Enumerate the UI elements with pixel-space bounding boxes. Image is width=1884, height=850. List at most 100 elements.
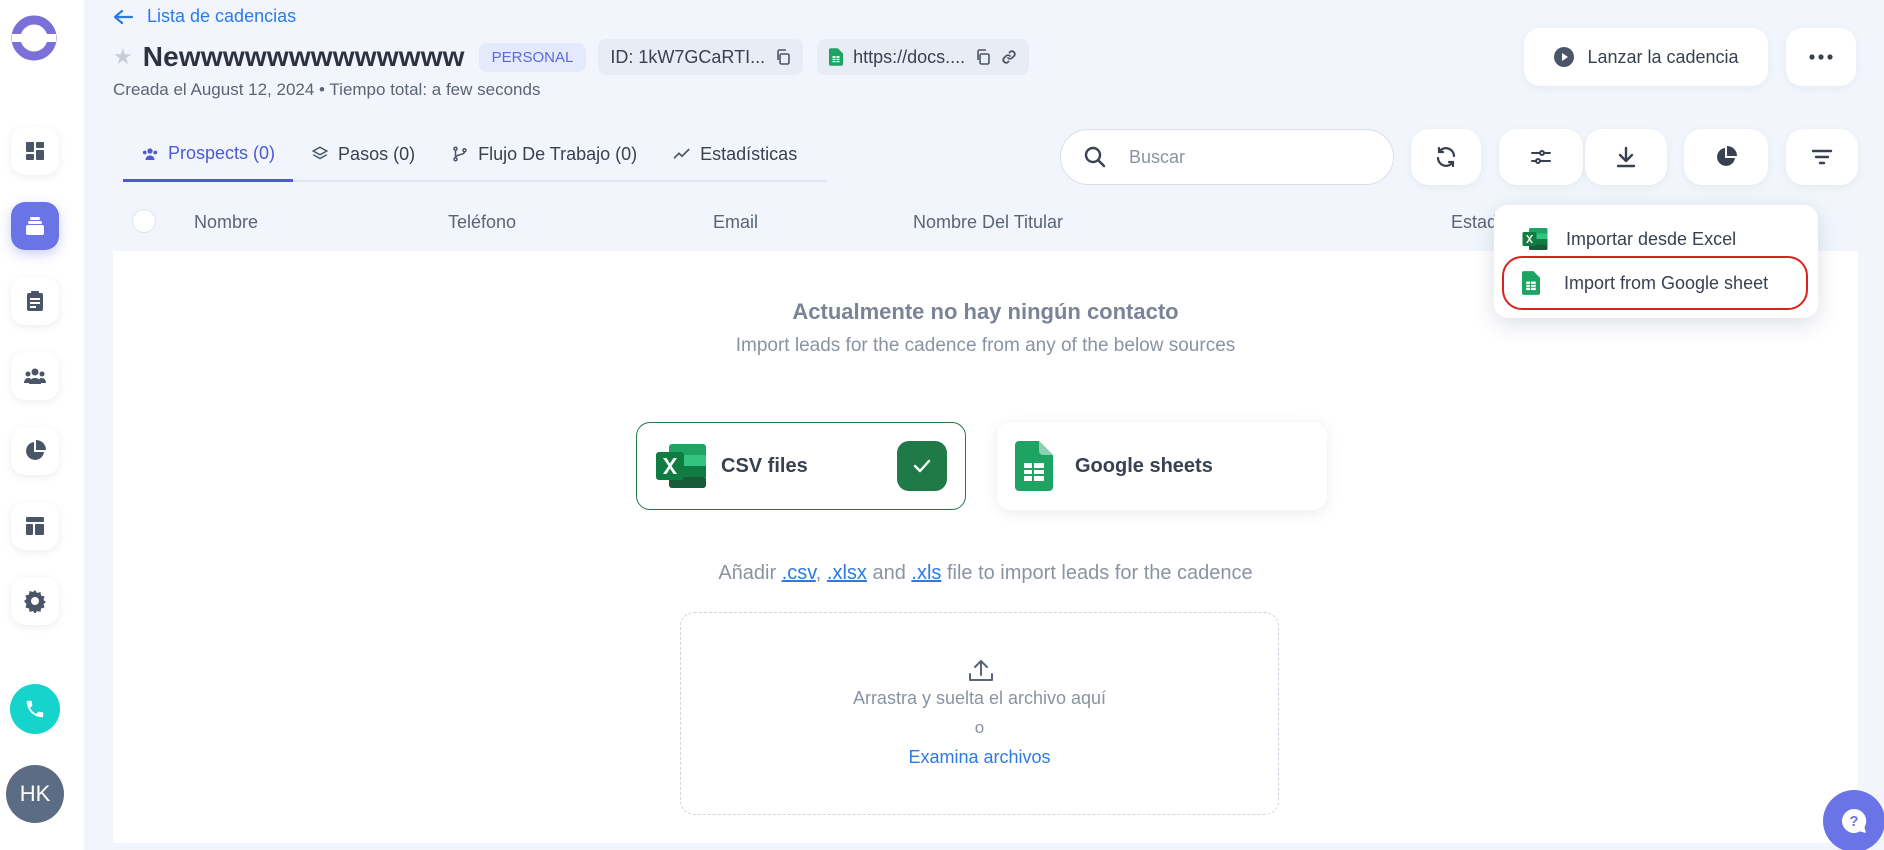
- column-header-owner[interactable]: Nombre Del Titular: [913, 212, 1063, 233]
- phone-icon: [26, 700, 44, 718]
- file-dropzone[interactable]: Arrastra y suelta el archivo aquí o Exam…: [680, 612, 1279, 815]
- xlsx-extension-link[interactable]: .xlsx: [827, 562, 867, 584]
- upload-icon: [969, 660, 993, 681]
- google-sheets-icon: [829, 48, 844, 66]
- formats-and: and: [866, 562, 912, 584]
- tab-workflow-label: Flujo De Trabajo (0): [478, 143, 638, 164]
- tab-statistics[interactable]: Estadísticas: [655, 128, 815, 180]
- launch-cadence-button[interactable]: Lanzar la cadencia: [1524, 28, 1768, 86]
- google-sheets-icon: [1015, 441, 1053, 491]
- search-box: [1060, 129, 1394, 185]
- empty-state-subtitle: Import leads for the cadence from any of…: [735, 335, 1236, 356]
- empty-state-panel: Actualmente no hay ningún contacto Impor…: [113, 251, 1858, 843]
- play-circle-icon: [1554, 47, 1575, 67]
- app-logo-icon[interactable]: [10, 14, 58, 62]
- copy-icon[interactable]: [975, 49, 991, 65]
- selected-check-tile: [897, 441, 947, 491]
- branch-icon: [453, 146, 467, 162]
- search-input[interactable]: [1129, 146, 1349, 168]
- id-chip-text: ID: 1kW7GCaRTI...: [610, 46, 766, 67]
- trend-icon: [673, 148, 690, 159]
- csv-source-card[interactable]: CSV files: [636, 422, 966, 510]
- stack-icon: [26, 217, 44, 235]
- layers-icon: [311, 146, 329, 160]
- nav-templates[interactable]: [11, 502, 59, 550]
- download-button[interactable]: [1585, 129, 1667, 185]
- menu-item-import-google-sheet[interactable]: Import from Google sheet: [1502, 256, 1808, 310]
- google-sheets-source-card[interactable]: Google sheets: [997, 422, 1327, 510]
- people-icon: [24, 368, 46, 384]
- formats-separator: ,: [815, 562, 827, 584]
- filter-button[interactable]: [1786, 129, 1858, 185]
- refresh-button[interactable]: [1411, 129, 1481, 185]
- google-sheets-source-label: Google sheets: [1075, 454, 1213, 477]
- excel-icon: [1522, 228, 1548, 250]
- import-dropdown-menu: Importar desde Excel Import from Google …: [1494, 205, 1818, 318]
- avatar-initials: HK: [19, 781, 51, 806]
- csv-extension-link[interactable]: .csv: [782, 562, 816, 584]
- launch-cadence-label: Lanzar la cadencia: [1587, 46, 1739, 67]
- users-icon: [142, 147, 158, 160]
- menu-item-import-excel[interactable]: Importar desde Excel: [1522, 221, 1736, 257]
- tab-bar: Prospects (0) Pasos (0) Flujo De Trabajo…: [123, 128, 827, 182]
- menu-item-import-excel-label: Importar desde Excel: [1566, 228, 1737, 249]
- sidebar: HK: [0, 0, 84, 850]
- link-icon[interactable]: [1001, 49, 1017, 65]
- column-header-email[interactable]: Email: [713, 212, 758, 233]
- personal-badge: PERSONAL: [478, 42, 587, 72]
- column-header-name[interactable]: Nombre: [194, 212, 258, 233]
- browse-files-link[interactable]: Examina archivos: [681, 747, 1278, 768]
- url-chip-text: https://docs....: [853, 46, 966, 67]
- gear-icon: [24, 590, 46, 613]
- dropzone-text: Arrastra y suelta el archivo aquí: [852, 688, 1107, 708]
- nav-settings[interactable]: [11, 577, 59, 625]
- pie-chart-icon: [26, 440, 46, 460]
- star-icon[interactable]: ★: [113, 44, 133, 70]
- cadence-title: Newwwwwwwwwwwww: [142, 41, 465, 72]
- id-chip: ID: 1kW7GCaRTI...: [598, 39, 804, 75]
- arrow-left-icon: [113, 9, 133, 24]
- tab-prospects[interactable]: Prospects (0): [123, 128, 294, 182]
- select-all-checkbox[interactable]: [132, 209, 156, 233]
- sliders-icon: [1531, 150, 1551, 164]
- tab-steps[interactable]: Pasos (0): [293, 128, 433, 180]
- dropzone-or: o: [974, 718, 985, 737]
- help-button[interactable]: ?: [1823, 790, 1884, 850]
- xls-extension-link[interactable]: .xls: [911, 562, 941, 584]
- copy-icon[interactable]: [775, 49, 791, 65]
- url-chip: https://docs....: [817, 39, 1030, 75]
- excel-icon: [656, 444, 706, 488]
- nav-dashboard[interactable]: [11, 127, 59, 175]
- more-horizontal-icon: [1809, 54, 1833, 60]
- nav-cadences[interactable]: [11, 202, 59, 250]
- settings-sliders-button[interactable]: [1499, 129, 1583, 185]
- clipboard-icon: [27, 291, 43, 311]
- nav-tasks[interactable]: [11, 277, 59, 325]
- column-header-phone[interactable]: Teléfono: [448, 212, 516, 233]
- tab-workflow[interactable]: Flujo De Trabajo (0): [433, 128, 655, 180]
- help-chat-icon: ?: [1842, 808, 1867, 833]
- menu-item-import-google-sheet-label: Import from Google sheet: [1564, 272, 1769, 293]
- pie-chart-icon: [1717, 146, 1737, 166]
- phone-dialer-button[interactable]: [10, 684, 60, 734]
- dashboard-icon: [26, 142, 44, 160]
- filter-icon: [1811, 149, 1833, 165]
- tab-statistics-label: Estadísticas: [700, 143, 798, 164]
- nav-contacts[interactable]: [11, 352, 59, 400]
- google-sheets-icon: [1522, 271, 1540, 295]
- user-avatar[interactable]: HK: [6, 765, 64, 823]
- back-to-cadences-link[interactable]: Lista de cadencias: [113, 6, 296, 27]
- formats-suffix: file to import leads for the cadence: [941, 562, 1253, 584]
- more-options-button[interactable]: [1786, 28, 1856, 86]
- chart-button[interactable]: [1684, 129, 1768, 185]
- svg-text:?: ?: [1849, 813, 1858, 830]
- layout-icon: [26, 517, 44, 535]
- back-link-label: Lista de cadencias: [147, 6, 297, 26]
- nav-reports[interactable]: [11, 427, 59, 475]
- download-icon: [1616, 146, 1636, 168]
- refresh-icon: [1436, 146, 1456, 168]
- tab-prospects-label: Prospects (0): [168, 143, 276, 163]
- created-info: Creada el August 12, 2024 • Tiempo total…: [113, 80, 541, 99]
- search-icon: [1084, 146, 1106, 168]
- csv-source-label: CSV files: [721, 454, 808, 477]
